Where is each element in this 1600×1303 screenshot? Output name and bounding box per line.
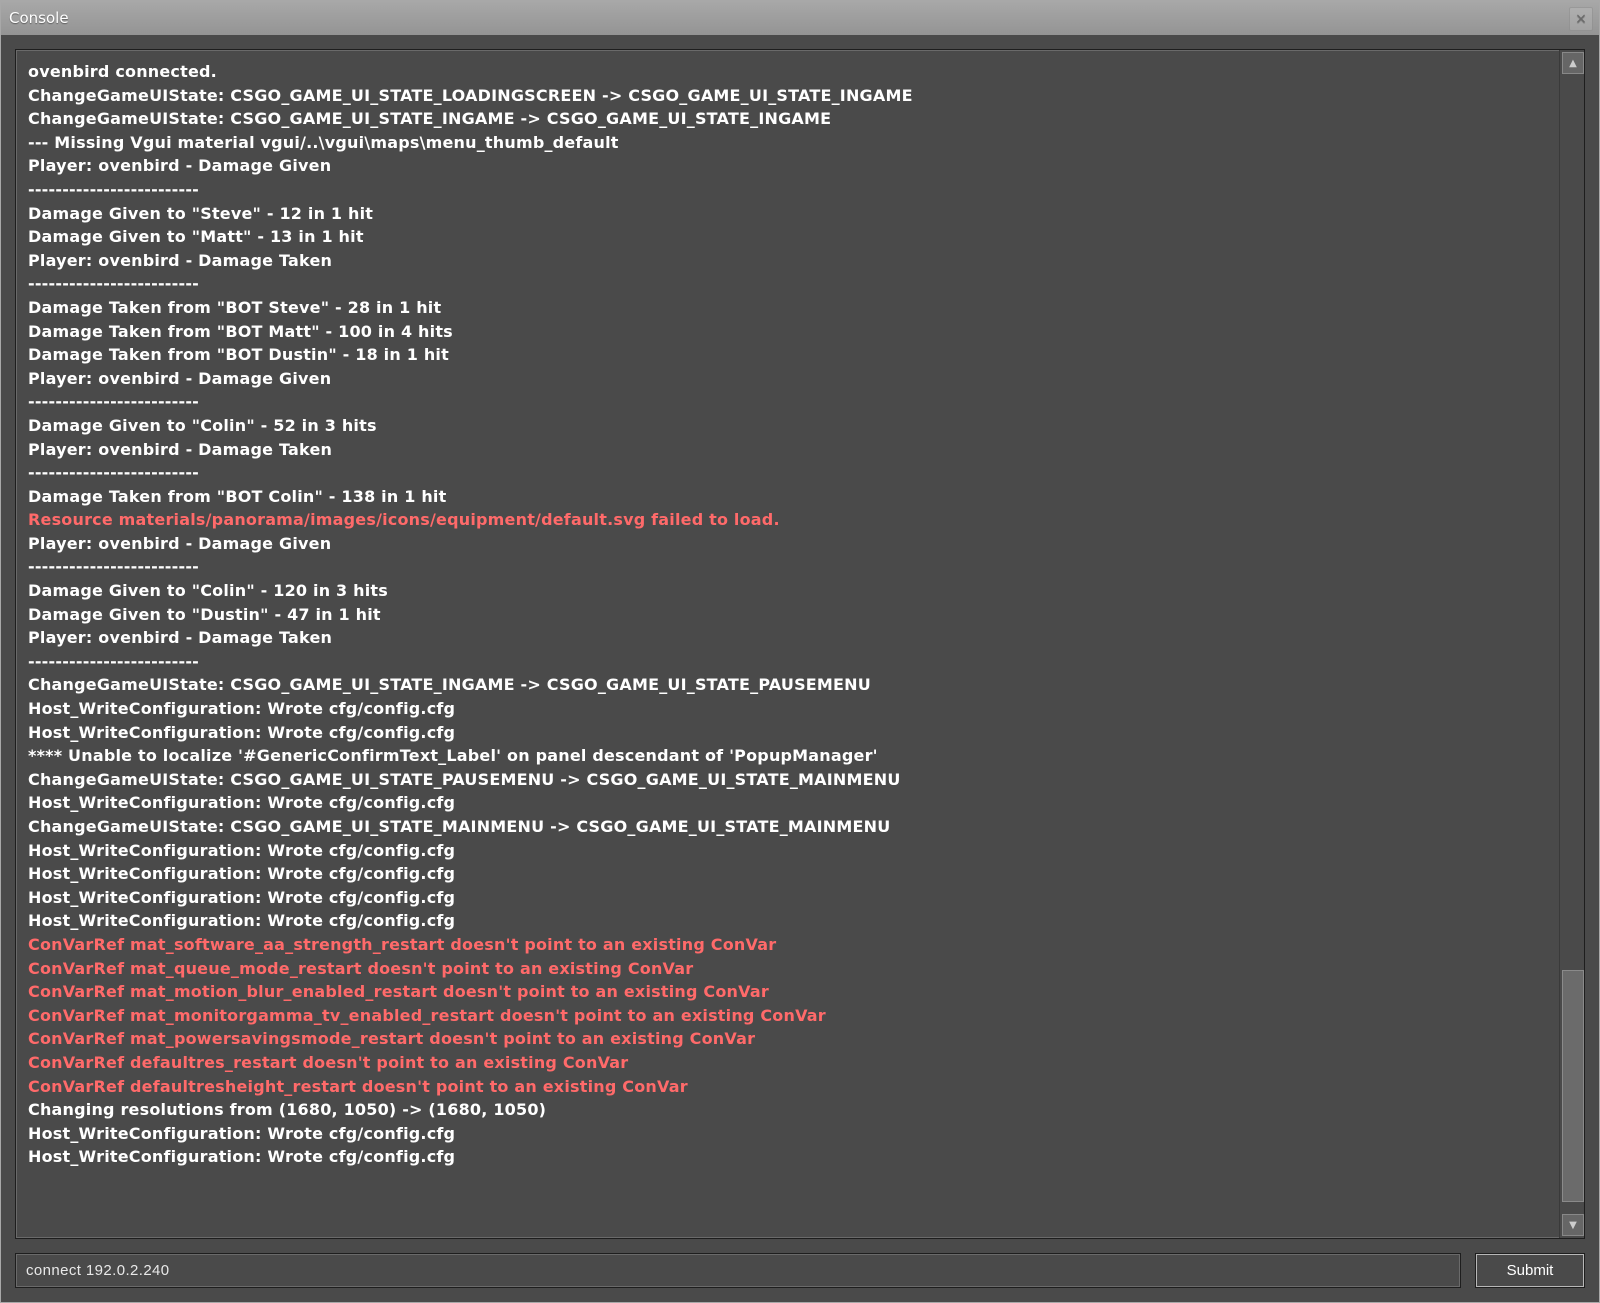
console-log-lines: ovenbird connected.ChangeGameUIState: CS… — [28, 60, 1547, 1169]
scroll-down-button[interactable]: ▼ — [1562, 1214, 1584, 1236]
log-line: Damage Taken from "BOT Dustin" - 18 in 1… — [28, 343, 1547, 367]
log-line: Host_WriteConfiguration: Wrote cfg/confi… — [28, 697, 1547, 721]
log-line: Damage Taken from "BOT Colin" - 138 in 1… — [28, 485, 1547, 509]
log-line: ChangeGameUIState: CSGO_GAME_UI_STATE_MA… — [28, 815, 1547, 839]
log-line: ConVarRef mat_motion_blur_enabled_restar… — [28, 980, 1547, 1004]
log-line: ChangeGameUIState: CSGO_GAME_UI_STATE_LO… — [28, 84, 1547, 108]
log-line: Damage Given to "Colin" - 120 in 3 hits — [28, 579, 1547, 603]
log-line: --- Missing Vgui material vgui/..\vgui\m… — [28, 131, 1547, 155]
log-line: Changing resolutions from (1680, 1050) -… — [28, 1098, 1547, 1122]
log-line: ChangeGameUIState: CSGO_GAME_UI_STATE_IN… — [28, 107, 1547, 131]
log-line: Player: ovenbird - Damage Taken — [28, 249, 1547, 273]
close-button[interactable]: × — [1569, 7, 1593, 31]
vertical-scrollbar[interactable]: ▲ ▼ — [1559, 50, 1584, 1238]
log-line: Damage Taken from "BOT Steve" - 28 in 1 … — [28, 296, 1547, 320]
console-log-viewport: ovenbird connected.ChangeGameUIState: CS… — [15, 49, 1585, 1239]
log-line: Damage Given to "Steve" - 12 in 1 hit — [28, 202, 1547, 226]
log-line: Player: ovenbird - Damage Taken — [28, 438, 1547, 462]
log-line: Host_WriteConfiguration: Wrote cfg/confi… — [28, 1145, 1547, 1169]
log-line: ------------------------- — [28, 178, 1547, 202]
console-log-scroll[interactable]: ovenbird connected.ChangeGameUIState: CS… — [16, 50, 1559, 1238]
log-line: Host_WriteConfiguration: Wrote cfg/confi… — [28, 839, 1547, 863]
window-title: Console — [9, 9, 69, 27]
window-titlebar[interactable]: Console × — [1, 1, 1599, 35]
log-line: Damage Taken from "BOT Matt" - 100 in 4 … — [28, 320, 1547, 344]
log-line: Resource materials/panorama/images/icons… — [28, 508, 1547, 532]
log-line: ConVarRef mat_queue_mode_restart doesn't… — [28, 957, 1547, 981]
log-line: ------------------------- — [28, 461, 1547, 485]
log-line: **** Unable to localize '#GenericConfirm… — [28, 744, 1547, 768]
log-line: Host_WriteConfiguration: Wrote cfg/confi… — [28, 1122, 1547, 1146]
log-line: ConVarRef mat_software_aa_strength_resta… — [28, 933, 1547, 957]
log-line: Player: ovenbird - Damage Given — [28, 532, 1547, 556]
log-line: ConVarRef defaultresheight_restart doesn… — [28, 1075, 1547, 1099]
log-line: Player: ovenbird - Damage Given — [28, 154, 1547, 178]
log-line: ------------------------- — [28, 650, 1547, 674]
console-body: ovenbird connected.ChangeGameUIState: CS… — [1, 35, 1599, 1302]
log-line: Host_WriteConfiguration: Wrote cfg/confi… — [28, 886, 1547, 910]
log-line: Damage Given to "Matt" - 13 in 1 hit — [28, 225, 1547, 249]
log-line: Player: ovenbird - Damage Taken — [28, 626, 1547, 650]
log-line: Host_WriteConfiguration: Wrote cfg/confi… — [28, 721, 1547, 745]
close-icon: × — [1575, 11, 1587, 27]
log-line: Host_WriteConfiguration: Wrote cfg/confi… — [28, 791, 1547, 815]
log-line: Host_WriteConfiguration: Wrote cfg/confi… — [28, 862, 1547, 886]
log-line: ConVarRef mat_powersavingsmode_restart d… — [28, 1027, 1547, 1051]
submit-button-label: Submit — [1507, 1262, 1554, 1279]
scroll-thumb[interactable] — [1562, 970, 1584, 1202]
console-window: Console × ovenbird connected.ChangeGameU… — [0, 0, 1600, 1303]
log-line: ------------------------- — [28, 555, 1547, 579]
chevron-down-icon: ▼ — [1569, 1220, 1577, 1231]
log-line: ConVarRef defaultres_restart doesn't poi… — [28, 1051, 1547, 1075]
command-row: Submit — [15, 1253, 1585, 1288]
scroll-up-button[interactable]: ▲ — [1562, 52, 1584, 74]
log-line: ovenbird connected. — [28, 60, 1547, 84]
log-line: ------------------------- — [28, 272, 1547, 296]
log-line: Player: ovenbird - Damage Given — [28, 367, 1547, 391]
submit-button[interactable]: Submit — [1475, 1253, 1585, 1288]
command-input[interactable] — [15, 1253, 1461, 1288]
chevron-up-icon: ▲ — [1569, 58, 1577, 69]
log-line: Damage Given to "Dustin" - 47 in 1 hit — [28, 603, 1547, 627]
log-line: ChangeGameUIState: CSGO_GAME_UI_STATE_PA… — [28, 768, 1547, 792]
log-line: ChangeGameUIState: CSGO_GAME_UI_STATE_IN… — [28, 673, 1547, 697]
log-line: Host_WriteConfiguration: Wrote cfg/confi… — [28, 909, 1547, 933]
log-line: ------------------------- — [28, 390, 1547, 414]
log-line: Damage Given to "Colin" - 52 in 3 hits — [28, 414, 1547, 438]
log-line: ConVarRef mat_monitorgamma_tv_enabled_re… — [28, 1004, 1547, 1028]
